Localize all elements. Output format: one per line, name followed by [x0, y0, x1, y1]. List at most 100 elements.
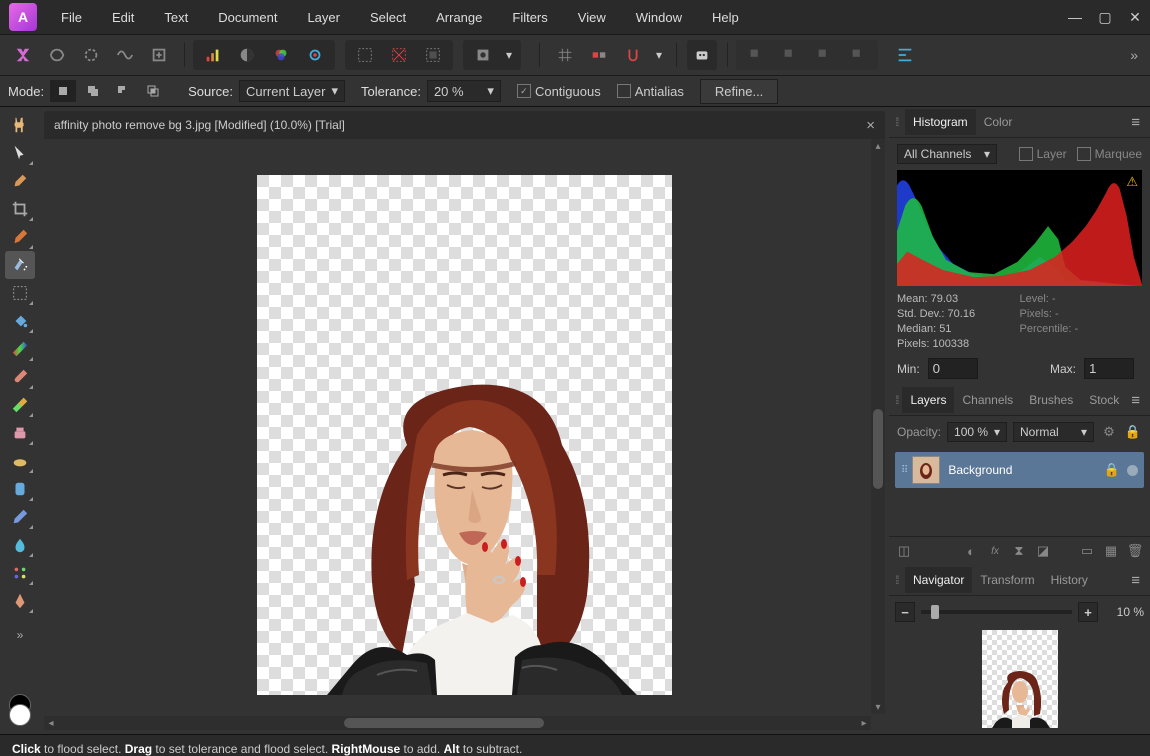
contiguous-checkbox[interactable]: ✓Contiguous [517, 84, 601, 99]
adjustment-icon[interactable]: ◐ [962, 542, 980, 560]
panel-menu-icon[interactable]: ≡ [1127, 572, 1144, 589]
invert-selection-icon[interactable] [418, 40, 448, 70]
tab-color[interactable]: Color [976, 109, 1021, 135]
menu-view[interactable]: View [563, 2, 621, 33]
scroll-up-icon[interactable]: ▴ [871, 139, 885, 153]
layer-lock-icon[interactable]: 🔒 [1103, 461, 1121, 479]
dropdown-icon[interactable]: ▾ [502, 40, 516, 70]
refine-button[interactable]: Refine... [700, 79, 778, 104]
menu-edit[interactable]: Edit [97, 2, 149, 33]
max-input[interactable] [1084, 358, 1134, 379]
panel-grip-icon[interactable]: ⁞⁞ [895, 115, 903, 129]
autocolors-icon[interactable] [266, 40, 296, 70]
panel-grip-icon[interactable]: ⁞⁞ [895, 393, 900, 407]
channels-dropdown[interactable]: All Channels▾ [897, 144, 997, 164]
fx-icon[interactable]: fx [986, 542, 1004, 560]
marquee-checkbox[interactable]: Marquee [1077, 147, 1142, 161]
blend-mode-dropdown[interactable]: Normal▾ [1013, 422, 1094, 442]
crop-icon[interactable]: ◪ [1034, 542, 1052, 560]
horizontal-scrollbar[interactable]: ◂ ▸ [44, 716, 871, 730]
scroll-left-icon[interactable]: ◂ [44, 716, 58, 730]
mode-subtract-icon[interactable] [110, 80, 136, 102]
lock-icon[interactable]: 🔒 [1124, 423, 1142, 441]
zoom-in-button[interactable]: + [1078, 602, 1098, 622]
opacity-input[interactable]: 100 %▾ [947, 422, 1007, 442]
scroll-down-icon[interactable]: ▾ [871, 700, 885, 714]
marquee-tool[interactable] [5, 279, 35, 307]
primary-color-swatch[interactable] [9, 704, 31, 726]
autocontrast-icon[interactable] [232, 40, 262, 70]
deselect-icon[interactable] [384, 40, 414, 70]
delete-layer-icon[interactable]: 🗑 [1126, 542, 1144, 560]
mode-new-icon[interactable] [50, 80, 76, 102]
minimize-icon[interactable]: — [1060, 5, 1090, 29]
tab-histogram[interactable]: Histogram [905, 109, 976, 135]
crop-tool[interactable] [5, 195, 35, 223]
layer-checkbox[interactable]: Layer [1019, 147, 1067, 161]
slider-knob[interactable] [931, 605, 939, 619]
tab-channels[interactable]: Channels [954, 387, 1021, 413]
align-icon[interactable] [890, 40, 920, 70]
scrollbar-thumb[interactable] [344, 718, 544, 728]
persona-tonemap-icon[interactable] [110, 40, 140, 70]
tab-brushes[interactable]: Brushes [1021, 387, 1081, 413]
tolerance-input[interactable]: 20 %▾ [427, 80, 501, 102]
zoom-out-button[interactable]: − [895, 602, 915, 622]
mode-intersect-icon[interactable] [140, 80, 166, 102]
flood-fill-tool[interactable] [5, 307, 35, 335]
tab-stock[interactable]: Stock [1081, 387, 1127, 413]
dodge-brush-tool[interactable] [5, 447, 35, 475]
pen-tool[interactable] [5, 587, 35, 615]
gradient-tool[interactable] [5, 335, 35, 363]
menu-document[interactable]: Document [203, 2, 292, 33]
layer-name[interactable]: Background [948, 463, 1012, 477]
view-tool[interactable] [5, 111, 35, 139]
source-dropdown[interactable]: Current Layer▾ [239, 80, 345, 102]
menu-help[interactable]: Help [697, 2, 754, 33]
color-picker-tool[interactable] [5, 167, 35, 195]
clone-brush-tool[interactable] [5, 419, 35, 447]
min-input[interactable] [928, 358, 978, 379]
persona-photo-icon[interactable] [8, 40, 38, 70]
layer-item[interactable]: ⠿ Background 🔒 [895, 452, 1144, 488]
menu-text[interactable]: Text [149, 2, 203, 33]
autolevels-icon[interactable] [198, 40, 228, 70]
inpainting-brush-tool[interactable] [5, 475, 35, 503]
maximize-icon[interactable]: ▢ [1090, 5, 1120, 29]
add-layer-icon[interactable]: ▦ [1102, 542, 1120, 560]
menu-file[interactable]: File [46, 2, 97, 33]
scroll-right-icon[interactable]: ▸ [857, 716, 871, 730]
mesh-warp-tool[interactable] [5, 559, 35, 587]
menu-layer[interactable]: Layer [292, 2, 355, 33]
blur-brush-tool[interactable] [5, 531, 35, 559]
layer-visibility-toggle[interactable] [1127, 465, 1138, 476]
close-document-icon[interactable]: × [866, 117, 875, 134]
menu-select[interactable]: Select [355, 2, 421, 33]
erase-brush-tool[interactable] [5, 391, 35, 419]
vertical-scrollbar[interactable]: ▴ ▾ [871, 139, 885, 714]
livefilter-icon[interactable]: ⧗ [1010, 542, 1028, 560]
mask-layer-icon[interactable]: ◫ [895, 542, 913, 560]
scrollbar-thumb[interactable] [873, 409, 883, 489]
viewport[interactable]: ▴ ▾ ◂ ▸ [44, 139, 885, 730]
tab-transform[interactable]: Transform [972, 567, 1042, 593]
navigator-thumbnail[interactable] [982, 630, 1058, 728]
persona-develop-icon[interactable] [76, 40, 106, 70]
paint-brush-tool[interactable] [5, 363, 35, 391]
snapping-icon[interactable] [618, 40, 648, 70]
move-tool[interactable] [5, 139, 35, 167]
group-icon[interactable]: ▭ [1078, 542, 1096, 560]
zoom-slider[interactable] [921, 610, 1072, 614]
panel-menu-icon[interactable]: ≡ [1127, 392, 1144, 409]
layer-drag-icon[interactable]: ⠿ [901, 465, 908, 476]
menu-filters[interactable]: Filters [497, 2, 562, 33]
dropdown-icon[interactable]: ▾ [652, 40, 666, 70]
panel-menu-icon[interactable]: ≡ [1127, 114, 1144, 131]
gear-icon[interactable]: ⚙ [1100, 423, 1118, 441]
mode-add-icon[interactable] [80, 80, 106, 102]
tab-history[interactable]: History [1043, 567, 1096, 593]
autowb-icon[interactable] [300, 40, 330, 70]
persona-export-icon[interactable] [144, 40, 174, 70]
close-icon[interactable]: ✕ [1120, 5, 1150, 29]
select-all-icon[interactable] [350, 40, 380, 70]
